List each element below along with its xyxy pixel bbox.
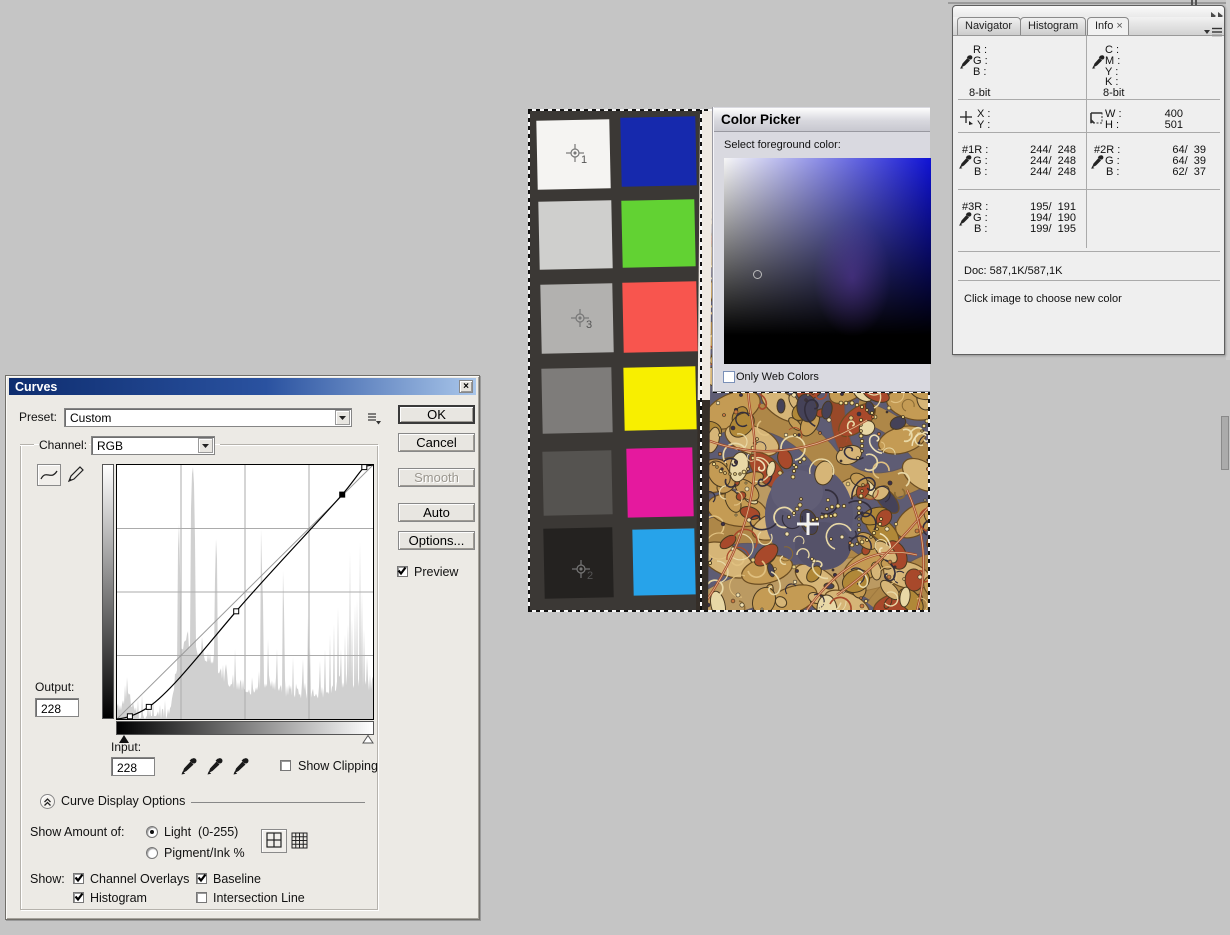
svg-text:3: 3 xyxy=(586,319,592,331)
svg-text:2: 2 xyxy=(587,570,593,582)
svg-text:1: 1 xyxy=(581,154,587,166)
